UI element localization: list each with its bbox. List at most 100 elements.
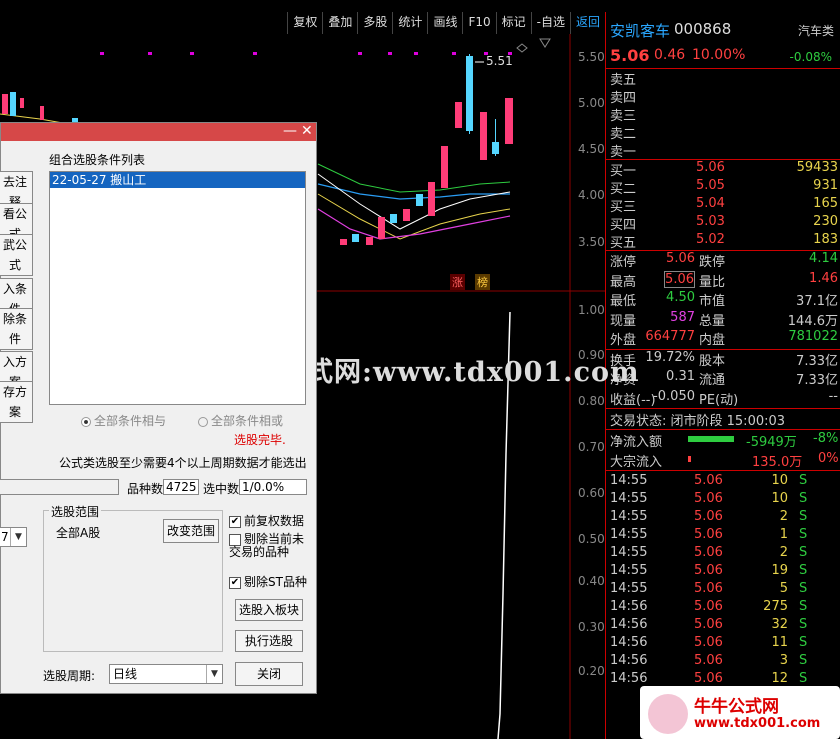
tick-time: 14:55 bbox=[610, 473, 648, 488]
toolbar-draw-button[interactable]: 画线 bbox=[427, 12, 462, 34]
industry-label[interactable]: 汽车类 bbox=[798, 22, 834, 39]
buy-book: 买一 5.06 59433 买二 5.05 931 买三 5.04 165 买四 5.03 230 买五… bbox=[606, 160, 840, 251]
toolbar-back-button[interactable]: 返回 bbox=[569, 12, 605, 34]
tick-time: 14:56 bbox=[610, 635, 648, 650]
combo-selection-dialog: — ✕ 去注释 看公式 武公式 入条件 除条件 入方案 存方案 组合选股条件列表… bbox=[0, 122, 317, 694]
period-combo-left[interactable]: 7 ▼ bbox=[0, 527, 27, 547]
current-price: 5.06 bbox=[610, 46, 650, 65]
period-combo[interactable]: 日线 ▼ bbox=[109, 664, 223, 684]
chk-fuquan[interactable]: ✔ 前复权数据 bbox=[229, 512, 304, 529]
toolbar-overlay-button[interactable]: 叠加 bbox=[322, 12, 357, 34]
tick-row: 14:56 5.06 11 S bbox=[606, 635, 840, 653]
stats-table: 涨停 5.06 跌停 4.14 最高 5.06 量比 1.46 最低 4.50 市值 37.1亿 现量 5… bbox=[606, 251, 840, 349]
buy-row: 买五 5.02 183 bbox=[606, 232, 840, 251]
change-range-button[interactable]: 改变范围 bbox=[163, 519, 219, 543]
stat-value: 664777 bbox=[645, 329, 695, 344]
tick-price: 5.06 bbox=[694, 491, 723, 506]
tick-side: S bbox=[799, 491, 808, 506]
sell-row: 卖一 bbox=[606, 141, 840, 160]
sell-row: 卖五 bbox=[606, 69, 840, 88]
chk-exclude-untraded[interactable]: 剔除当前未交易的品种 bbox=[229, 533, 309, 559]
tick-side: S bbox=[799, 599, 808, 614]
tick-volume: 12 bbox=[771, 671, 788, 686]
dialog-titlebar[interactable]: — ✕ bbox=[1, 123, 316, 141]
price-change-pct: 10.00% bbox=[692, 47, 746, 63]
stat-row: 外盘 664777 内盘 781022 bbox=[606, 329, 840, 349]
volume-axis-label: 1.00 bbox=[578, 303, 605, 317]
selection-note: 公式类选股至少需要4个以上周期数据才能选出 bbox=[59, 456, 307, 470]
toolbar-watchlist-button[interactable]: -自选 bbox=[530, 12, 570, 34]
radio-all-or[interactable]: 全部条件相或 bbox=[198, 412, 283, 429]
toolbar-stats-button[interactable]: 统计 bbox=[392, 12, 427, 34]
minimize-icon[interactable]: — bbox=[283, 123, 297, 139]
buy-label: 买一 bbox=[610, 164, 637, 179]
buy-price: 5.06 bbox=[696, 160, 725, 175]
radio-all-and[interactable]: 全部条件相与 bbox=[81, 412, 166, 429]
tick-side: S bbox=[799, 473, 808, 488]
bigflow-label: 大宗流入 bbox=[610, 455, 663, 470]
stat-key: 市值 bbox=[699, 294, 726, 309]
buy-price: 5.03 bbox=[696, 214, 725, 229]
tick-list[interactable]: 14:55 5.06 10 S 14:55 5.06 10 S 14:55 5.06 2 S 14:55… bbox=[606, 471, 840, 689]
sell-label: 卖三 bbox=[610, 109, 637, 124]
buy-row: 买一 5.06 59433 bbox=[606, 160, 840, 179]
sell-row: 卖三 bbox=[606, 105, 840, 124]
save-plan-button[interactable]: 存方案 bbox=[0, 381, 33, 423]
sell-row: 卖四 bbox=[606, 87, 840, 106]
stat-row: 涨停 5.06 跌停 4.14 bbox=[606, 251, 840, 271]
condition-list-item[interactable]: 22-05-27 搬山工 bbox=[50, 172, 305, 188]
chevron-down-icon: ▼ bbox=[206, 665, 222, 683]
tick-row: 14:55 5.06 10 S bbox=[606, 473, 840, 491]
tick-time: 14:55 bbox=[610, 545, 648, 560]
stat-value: -- bbox=[828, 388, 838, 404]
tick-price: 5.06 bbox=[694, 635, 723, 650]
radio-icon bbox=[198, 416, 208, 427]
price-axis-label: 4.50 bbox=[578, 142, 605, 156]
condition-list[interactable]: 22-05-27 搬山工 bbox=[49, 171, 306, 405]
buy-label: 买二 bbox=[610, 182, 637, 197]
tick-volume: 2 bbox=[779, 545, 788, 560]
tick-side: S bbox=[799, 581, 808, 596]
toolbar-multi-button[interactable]: 多股 bbox=[357, 12, 392, 34]
price-axis-label: 4.00 bbox=[578, 188, 605, 202]
price-axis-label: 5.00 bbox=[578, 96, 605, 110]
chk-exclude-st[interactable]: ✔ 剔除ST品种 bbox=[229, 573, 307, 590]
add-to-block-button[interactable]: 选股入板块 bbox=[235, 599, 303, 621]
tick-side: S bbox=[799, 635, 808, 650]
stat-key: 量比 bbox=[699, 274, 726, 290]
remove-condition-button[interactable]: 除条件 bbox=[0, 308, 33, 350]
toolbar-f10-button[interactable]: F10 bbox=[462, 12, 495, 34]
buy-label: 买四 bbox=[610, 218, 637, 233]
bigflow-row: 大宗流入 135.0万 0% bbox=[606, 450, 840, 470]
close-icon[interactable]: ✕ bbox=[301, 123, 313, 139]
trade-status: 交易状态: 闭市阶段 15:00:03 bbox=[610, 414, 786, 429]
logo-text: 牛牛公式网 bbox=[694, 697, 779, 717]
formula-button[interactable]: 武公式 bbox=[0, 234, 33, 276]
buy-price: 5.05 bbox=[696, 178, 725, 193]
stat-row: 现量 587 总量 144.6万 bbox=[606, 310, 840, 330]
volume-axis-label: 0.40 bbox=[578, 574, 605, 588]
stat-value: 19.72% bbox=[645, 349, 695, 365]
stock-code: 000868 bbox=[674, 20, 732, 38]
buy-row: 买四 5.03 230 bbox=[606, 214, 840, 233]
stat-value: -0.050 bbox=[653, 388, 695, 404]
close-button[interactable]: 关闭 bbox=[235, 662, 303, 686]
check-icon: ✔ bbox=[229, 515, 241, 528]
toolbar-fuquan-button[interactable]: 复权 bbox=[287, 12, 322, 34]
stat-row: 净资 0.31 流通 7.33亿 bbox=[606, 369, 840, 389]
tick-row: 14:55 5.06 2 S bbox=[606, 545, 840, 563]
netflow-row: 净流入额 -5949万 -8% bbox=[606, 430, 840, 450]
list-tag: 榜 bbox=[475, 274, 490, 290]
buy-price: 5.04 bbox=[696, 196, 725, 211]
toolbar-mark-button[interactable]: 标记 bbox=[495, 12, 531, 34]
selected-value: 1/0.0% bbox=[239, 479, 307, 495]
run-selection-button[interactable]: 执行选股 bbox=[235, 630, 303, 652]
tick-row: 14:56 5.06 3 S bbox=[606, 653, 840, 671]
quote-panel: 安凯客车 000868 汽车类 5.06 0.46 10.00% -0.08% … bbox=[605, 12, 840, 739]
sell-label: 卖二 bbox=[610, 127, 637, 142]
tick-row: 14:55 5.06 19 S bbox=[606, 563, 840, 581]
tick-price: 5.06 bbox=[694, 581, 723, 596]
sell-row: 卖二 bbox=[606, 123, 840, 142]
tick-time: 14:55 bbox=[610, 563, 648, 578]
buy-volume: 165 bbox=[813, 196, 838, 211]
